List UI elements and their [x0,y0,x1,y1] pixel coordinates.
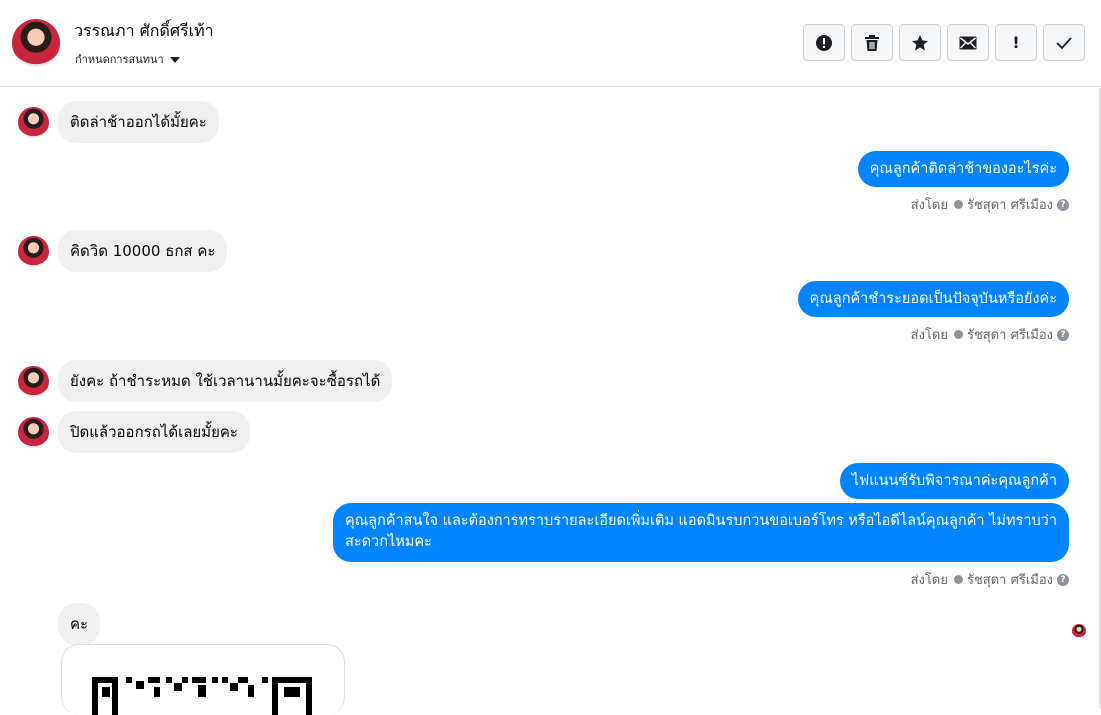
conversation-toolbar: ! [803,24,1085,61]
message-bubble[interactable]: ติดล่าช้าออกได้มั้ยคะ [58,101,219,143]
sent-by-label: ส่งโดย [910,573,948,588]
sent-by-info: ส่งโดย รัชสุดา ศรีเมือง ? [911,569,1069,590]
sender-avatar[interactable] [18,106,49,138]
agent-status-icon [953,330,963,339]
exclamation-icon: ! [1012,33,1020,52]
agent-status-icon [953,575,963,584]
sent-by-label: ส่งโดย [910,198,948,213]
message-bubble-outgoing[interactable]: คุณลูกค้าสนใจ และต้องการทราบรายละเอียดเพ… [333,503,1069,562]
sent-by-label: ส่งโดย [910,328,948,343]
mark-unread-button[interactable] [947,24,989,61]
message-bubble[interactable]: คะ [58,603,101,645]
incoming-message: ยังคะ ถ้าชำระหมด ใช้เวลานานมั้ยคะจะซื้อร… [18,360,393,402]
message-bubble-outgoing[interactable]: คุณลูกค้าติดล่าช้าของอะไรค่ะ [857,151,1069,187]
caret-down-icon [169,56,180,63]
sender-avatar[interactable] [18,416,49,448]
alert-circle-icon [816,34,832,51]
help-icon[interactable]: ? [1057,573,1069,586]
star-icon [912,34,928,50]
qr-code-icon [92,677,312,715]
report-spam-button[interactable] [803,24,845,61]
follow-up-button[interactable]: ! [995,24,1037,61]
incoming-message: ปิดแล้วออกรถได้เลยมั้ยคะ [18,411,250,453]
assign-label: กำหนดการสนทนา [75,53,164,66]
sent-by-agent[interactable]: รัชสุดา ศรีเมือง [967,194,1053,215]
help-icon[interactable]: ? [1057,328,1069,341]
delete-button[interactable] [851,24,893,61]
incoming-message: คิดวิด 10000 ธกส คะ [18,230,228,272]
help-icon[interactable]: ? [1057,198,1069,211]
check-icon [1056,36,1072,49]
message-bubble[interactable]: ยังคะ ถ้าชำระหมด ใช้เวลานานมั้ยคะจะซื้อร… [58,360,393,402]
seen-avatar [1072,624,1086,638]
message-bubble[interactable]: คิดวิด 10000 ธกส คะ [58,230,228,272]
message-bubble[interactable]: ปิดแล้วออกรถได้เลยมั้ยคะ [58,411,250,453]
message-bubble-outgoing[interactable]: ไฟแนนซ์รับพิจารณาค่ะคุณลูกค้า [839,463,1069,499]
sent-by-agent[interactable]: รัชสุดา ศรีเมือง [967,324,1053,345]
message-bubble-outgoing[interactable]: คุณลูกค้าชำระยอดเป็นปัจจุบันหรือยังค่ะ [797,281,1069,317]
sent-by-info: ส่งโดย รัชสุดา ศรีเมือง ? [911,324,1069,345]
envelope-icon [959,36,977,49]
conversation-header: วรรณภา ศักดิ์ศรีเท้า กำหนดการสนทนา ! [0,0,1101,87]
star-button[interactable] [899,24,941,61]
sender-avatar[interactable] [18,235,49,267]
contact-name[interactable]: วรรณภา ศักดิ์ศรีเท้า [74,19,214,44]
mark-done-button[interactable] [1043,24,1085,61]
contact-avatar[interactable] [12,19,60,67]
qr-code-image[interactable] [61,644,345,715]
sent-by-agent[interactable]: รัชสุดา ศรีเมือง [967,569,1053,590]
incoming-message: คะ [58,603,101,645]
sent-by-info: ส่งโดย รัชสุดา ศรีเมือง ? [911,194,1069,215]
sender-avatar[interactable] [18,365,49,397]
agent-status-icon [953,200,963,209]
incoming-message: ติดล่าช้าออกได้มั้ยคะ [18,101,219,143]
trash-icon [865,34,879,51]
assign-conversation-dropdown[interactable]: กำหนดการสนทนา [75,50,180,68]
